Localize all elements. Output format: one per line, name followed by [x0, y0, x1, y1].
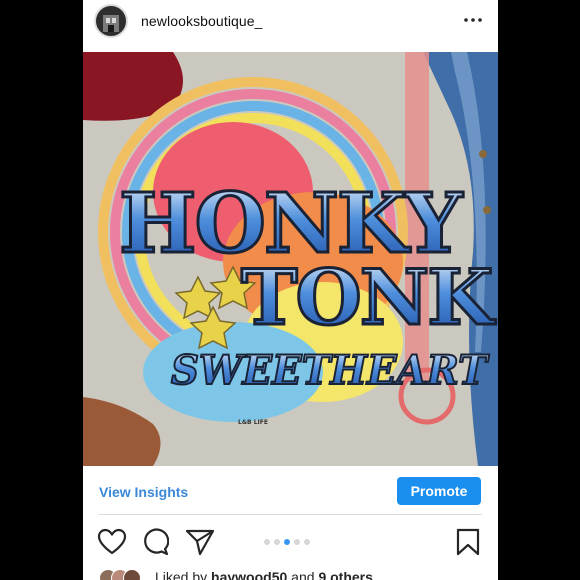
headline-tonk: TONK [241, 253, 496, 342]
comment-icon[interactable] [141, 528, 169, 556]
view-insights-link[interactable]: View Insights [99, 484, 188, 500]
carousel-indicator [264, 539, 314, 545]
bookmark-icon[interactable] [455, 528, 481, 556]
more-options-icon[interactable] [462, 10, 484, 30]
liked-by-middle: and [287, 569, 319, 580]
headline-sweetheart: SWEETHEART [171, 347, 490, 394]
carousel-dot-active [284, 539, 290, 545]
avatar [123, 569, 141, 580]
carousel-dot [264, 539, 270, 545]
username-link[interactable]: newlooksboutique_ [141, 13, 263, 29]
divider [99, 514, 482, 515]
liked-by-text: Liked by haywood50 and 9 others [155, 569, 373, 580]
promote-button[interactable]: Promote [397, 477, 481, 505]
carousel-dot [304, 539, 310, 545]
carousel-dot [294, 539, 300, 545]
heart-icon[interactable] [97, 528, 127, 556]
profile-avatar[interactable] [94, 4, 128, 38]
liked-by-user-link[interactable]: haywood50 [211, 569, 287, 580]
send-icon[interactable] [185, 528, 215, 556]
liked-by-others-link[interactable]: 9 others [318, 569, 372, 580]
post-header: newlooksboutique_ [83, 0, 498, 48]
liked-by-avatars[interactable] [99, 569, 149, 580]
instagram-post-card: newlooksboutique_ HONKY TONK SWEETHEART … [83, 0, 498, 580]
carousel-dot [274, 539, 280, 545]
brand-tag: L&B LIFE [238, 419, 268, 426]
liked-by-prefix: Liked by [155, 569, 212, 580]
post-image[interactable]: HONKY TONK SWEETHEART L&B LIFE [83, 52, 498, 466]
